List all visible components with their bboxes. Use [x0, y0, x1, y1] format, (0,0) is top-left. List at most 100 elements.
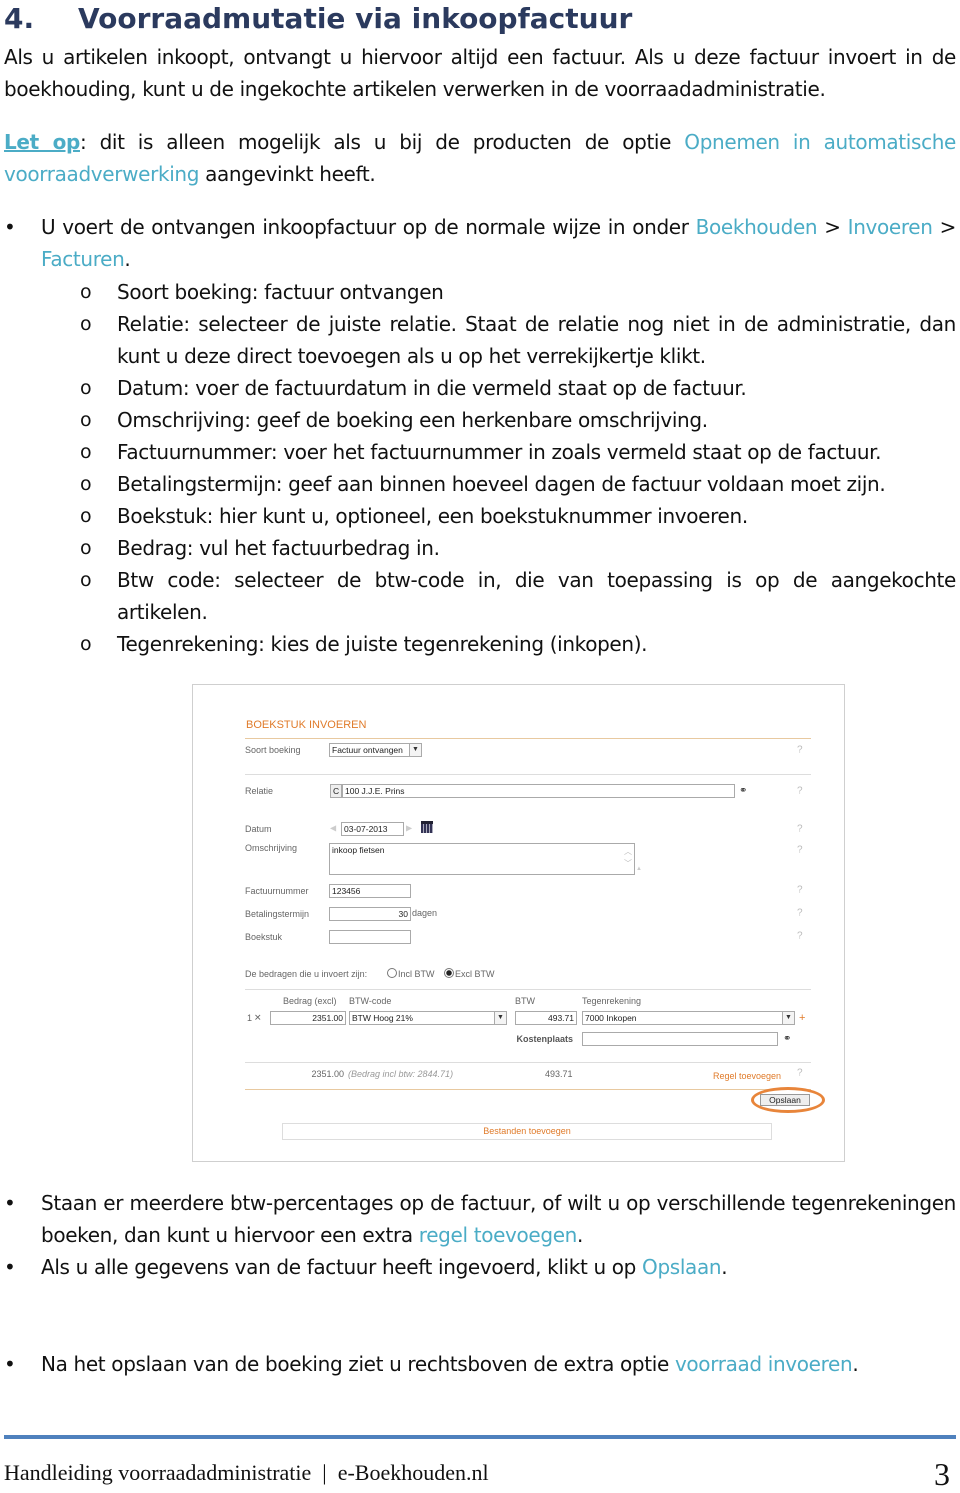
binoculars-icon[interactable]: ⚭	[739, 786, 747, 797]
heading-number: 4.	[4, 2, 35, 35]
prev-date-icon[interactable]: ◀	[330, 824, 336, 833]
sub-item: Tegenrekening: kies de juiste tegenreken…	[117, 632, 648, 656]
sub-bullet-marker: o	[80, 281, 92, 303]
datum-input[interactable]: 03-07-2013	[341, 822, 404, 836]
incl-btw-radio[interactable]	[387, 968, 397, 978]
col-bedrag: Bedrag (excl)	[283, 996, 337, 1006]
sub-bullet-marker: o	[80, 441, 92, 463]
help-icon[interactable]: ?	[797, 885, 803, 896]
btw-input[interactable]: 493.71	[515, 1011, 577, 1025]
help-icon[interactable]: ?	[797, 908, 803, 919]
divider	[245, 989, 811, 990]
relatie-input[interactable]: 100 J.J.E. Prins	[342, 784, 735, 798]
bullet-marker: •	[4, 215, 16, 239]
soort-boeking-select[interactable]: Factuur ontvangen ▼	[329, 743, 422, 757]
col-btw: BTW	[515, 996, 535, 1006]
page-number: 3	[934, 1456, 950, 1492]
menu-path-boekhouden[interactable]: Boekhouden	[696, 215, 818, 239]
divider	[245, 1089, 811, 1090]
bestanden-toevoegen-button[interactable]: Bestanden toevoegen	[282, 1123, 772, 1140]
kostenplaats-label: Kostenplaats	[516, 1034, 573, 1044]
bullet-end: .	[721, 1255, 728, 1279]
sub-item: Betalingstermijn: geef aan binnen hoevee…	[117, 472, 886, 496]
divider	[245, 774, 811, 775]
calendar-icon[interactable]	[421, 821, 433, 833]
resize-icon[interactable]: ▲	[636, 866, 642, 872]
bullet-enter-invoice: U voert de ontvangen inkoopfactuur op de…	[41, 211, 956, 275]
factuurnummer-label: Factuurnummer	[245, 886, 309, 896]
chevron-down-icon: ▼	[409, 744, 421, 756]
sub-item: Relatie: selecteer de juiste relatie. St…	[117, 312, 956, 368]
sub-item: Omschrijving: geef de boeking een herken…	[117, 408, 708, 432]
bullet-marker: •	[4, 1255, 16, 1279]
bullet-multiple-rates: Staan er meerdere btw-percentages op de …	[41, 1187, 956, 1251]
next-date-icon[interactable]: ▶	[406, 824, 412, 833]
divider	[245, 1062, 811, 1063]
footer-rule	[4, 1435, 956, 1439]
binoculars-icon[interactable]: ⚭	[783, 1034, 791, 1045]
tegenrekening-select[interactable]: 7000 Inkopen ▼	[582, 1011, 795, 1025]
kostenplaats-input[interactable]	[582, 1032, 778, 1046]
bullet-stock-entry: Na het opslaan van de boeking ziet u rec…	[41, 1348, 956, 1380]
total-bedrag: 2351.00	[311, 1069, 344, 1079]
omschrijving-value: inkoop fietsen	[332, 845, 385, 855]
add-row-icon[interactable]: +	[799, 1012, 805, 1024]
total-incl: (Bedrag incl btw: 2844.71)	[348, 1069, 454, 1079]
dagen-unit: dagen	[412, 908, 438, 918]
sub-item: Boekstuk: hier kunt u, optioneel, een bo…	[117, 504, 748, 528]
boekstuk-form-screenshot: BOEKSTUK INVOEREN Soort boeking Factuur …	[192, 684, 845, 1162]
highlight-circle	[751, 1087, 825, 1113]
divider	[245, 738, 811, 739]
col-btwcode: BTW-code	[349, 996, 392, 1006]
sub-item: Bedrag: vul het factuurbedrag in.	[117, 536, 440, 560]
bullet-text: Na het opslaan van de boeking ziet u rec…	[41, 1352, 675, 1376]
factuurnummer-input[interactable]: 123456	[329, 884, 411, 898]
row-number: 1	[247, 1013, 253, 1023]
soort-boeking-value: Factuur ontvangen	[332, 745, 403, 755]
btwcode-select[interactable]: BTW Hoog 21% ▼	[349, 1011, 507, 1025]
chevron-down-icon: ▼	[782, 1012, 794, 1024]
help-icon[interactable]: ?	[797, 1068, 803, 1079]
sub-bullet-marker: o	[80, 633, 92, 655]
help-icon[interactable]: ?	[797, 931, 803, 942]
note-text-end: aangevinkt heeft.	[199, 162, 376, 186]
datum-label: Datum	[245, 824, 272, 834]
form-title: BOEKSTUK INVOEREN	[246, 719, 367, 731]
total-btw: 493.71	[545, 1069, 573, 1079]
delete-row-icon[interactable]: ✕	[254, 1013, 262, 1024]
sub-item: Btw code: selecteer de btw-code in, die …	[117, 568, 956, 624]
regel-toevoegen-link[interactable]: regel toevoegen	[419, 1223, 578, 1247]
bullet-end: .	[577, 1223, 584, 1247]
betalingstermijn-input[interactable]: 30	[329, 907, 411, 921]
opslaan-link[interactable]: Opslaan	[642, 1255, 722, 1279]
bullet-marker: •	[4, 1352, 16, 1376]
regel-toevoegen-button[interactable]: Regel toevoegen	[713, 1071, 781, 1081]
intro-paragraph: Als u artikelen inkoopt, ontvangt u hier…	[4, 45, 956, 101]
soort-boeking-label: Soort boeking	[245, 745, 301, 755]
omschrijving-label: Omschrijving	[245, 843, 298, 853]
col-tegenrekening: Tegenrekening	[582, 996, 642, 1006]
omschrijving-textarea[interactable]: inkoop fietsen ︿ ﹀	[329, 843, 635, 875]
note-text: : dit is alleen mogelijk als u bij de pr…	[79, 130, 685, 154]
bullet-marker: •	[4, 1191, 16, 1215]
page-heading: 4. Voorraadmutatie via inkoopfactuur	[4, 2, 632, 35]
help-icon[interactable]: ?	[797, 786, 803, 797]
bedrag-input[interactable]: 2351.00	[270, 1011, 346, 1025]
scroll-arrows-icon[interactable]: ︿ ﹀	[624, 846, 632, 870]
menu-path-invoeren[interactable]: Invoeren	[848, 215, 933, 239]
note-label: Let op	[4, 130, 80, 154]
sub-item: Soort boeking: factuur ontvangen	[117, 280, 444, 304]
help-icon[interactable]: ?	[797, 745, 803, 756]
voorraad-invoeren-link[interactable]: voorraad invoeren	[675, 1352, 853, 1376]
tegenrekening-value: 7000 Inkopen	[585, 1013, 637, 1023]
boekstuk-input[interactable]	[329, 930, 411, 944]
relatie-type-button[interactable]: C	[330, 784, 342, 798]
help-icon[interactable]: ?	[797, 824, 803, 835]
relatie-label: Relatie	[245, 786, 274, 796]
menu-path-facturen[interactable]: Facturen	[41, 247, 125, 271]
excl-btw-radio[interactable]	[444, 968, 454, 978]
bullet-text: Als u alle gegevens van de factuur heeft…	[41, 1255, 643, 1279]
help-icon[interactable]: ?	[797, 845, 803, 856]
excl-btw-label: Excl BTW	[455, 969, 495, 979]
path-separator: >	[817, 215, 848, 239]
